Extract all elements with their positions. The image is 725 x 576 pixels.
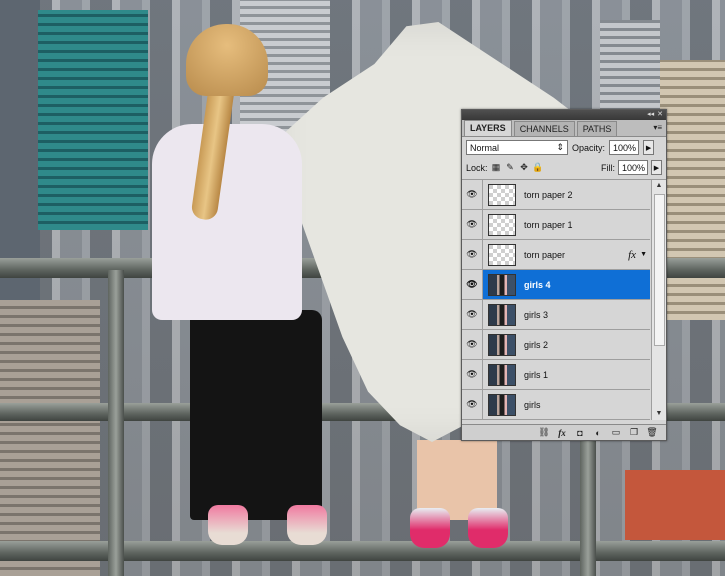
layers-bottom-toolbar: ⛓ fx ◘ ◐ ▭ ❐ 🗑 (462, 424, 666, 440)
layer-name: girls 4 (524, 279, 551, 290)
sneaker (468, 508, 508, 548)
layer-girls[interactable]: 👁 girls (462, 390, 650, 420)
new-layer-icon[interactable]: ❐ (628, 427, 640, 438)
layer-girls-4[interactable]: 👁 girls 4 (462, 270, 650, 300)
layer-thumbnail (488, 393, 516, 416)
panel-tabs: LAYERS CHANNELS PATHS ▾≡ (462, 120, 666, 137)
collapse-icon[interactable]: ◂◂ (647, 110, 654, 120)
layers-panel: ◂◂ ✕ LAYERS CHANNELS PATHS ▾≡ Normal ⇕ O… (461, 109, 667, 441)
tab-channels[interactable]: CHANNELS (513, 121, 575, 136)
layer-girls-3[interactable]: 👁 girls 3 (462, 300, 650, 330)
panel-titlebar[interactable]: ◂◂ ✕ (462, 110, 666, 120)
mask-icon[interactable]: ◘ (574, 428, 586, 438)
layer-name: torn paper 1 (524, 219, 573, 230)
opacity-label: Opacity: (572, 142, 606, 153)
layers-scrollbar[interactable]: ▲ ▼ (651, 180, 666, 420)
layer-thumbnail (488, 183, 516, 206)
opacity-input[interactable]: 100% (609, 140, 640, 155)
layer-girls-2[interactable]: 👁 girls 2 (462, 330, 650, 360)
eye-icon[interactable]: 👁 (462, 390, 483, 419)
layers-list: 👁 torn paper 2 👁 torn paper 1 👁 torn pap… (462, 180, 666, 420)
layer-thumbnail (488, 243, 516, 266)
building (0, 0, 40, 300)
scroll-down-icon[interactable]: ▼ (652, 408, 666, 420)
lock-all-icon[interactable]: 🔒 (532, 162, 543, 173)
layer-name: torn paper 2 (524, 189, 573, 200)
building (660, 60, 725, 320)
layer-thumbnail (488, 363, 516, 386)
adjustment-icon[interactable]: ◐ (592, 428, 604, 438)
fx-icon[interactable]: fx (628, 249, 636, 261)
fill-label: Fill: (601, 162, 615, 173)
girl-shirt (152, 124, 302, 320)
eye-icon[interactable]: 👁 (462, 360, 483, 389)
layer-name: girls 2 (524, 339, 549, 350)
layer-name: girls 1 (524, 369, 549, 380)
tab-layers[interactable]: LAYERS (464, 120, 512, 136)
expand-effects-icon[interactable]: ▼ (640, 251, 647, 258)
building (0, 300, 100, 576)
layer-torn-paper-2[interactable]: 👁 torn paper 2 (462, 180, 650, 210)
girl-leggings (190, 310, 322, 520)
blend-row: Normal ⇕ Opacity: 100% ▶ (462, 137, 666, 158)
layer-name: torn paper (524, 249, 566, 260)
eye-icon[interactable]: 👁 (462, 180, 483, 209)
fill-slider-button[interactable]: ▶ (651, 160, 662, 175)
panel-menu-icon[interactable]: ▾≡ (653, 123, 662, 132)
sneaker (287, 505, 327, 545)
sneaker (410, 508, 450, 548)
girl-head (186, 24, 268, 96)
eye-icon[interactable]: 👁 (462, 330, 483, 359)
eye-icon[interactable]: 👁 (462, 270, 483, 299)
layer-thumbnail (488, 333, 516, 356)
trash-icon[interactable]: 🗑 (646, 427, 658, 438)
lock-transparency-icon[interactable]: ▦ (491, 162, 502, 173)
sneaker (208, 505, 248, 545)
layer-name: girls (524, 399, 541, 410)
building-red-roof (625, 470, 725, 540)
lock-label: Lock: (466, 162, 488, 173)
blend-mode-select[interactable]: Normal ⇕ (466, 140, 568, 155)
eye-icon[interactable]: 👁 (462, 240, 483, 269)
layer-torn-paper-1[interactable]: 👁 torn paper 1 (462, 210, 650, 240)
lock-position-icon[interactable]: ✥ (519, 162, 530, 173)
chevron-updown-icon: ⇕ (556, 142, 564, 152)
folder-icon[interactable]: ▭ (610, 427, 622, 438)
lock-row: Lock: ▦ ✎ ✥ 🔒 Fill: 100% ▶ (462, 158, 666, 180)
layer-thumbnail (488, 213, 516, 236)
opacity-slider-button[interactable]: ▶ (643, 140, 655, 155)
fx-icon[interactable]: fx (556, 428, 568, 438)
layer-torn-paper[interactable]: 👁 torn paper fx ▼ (462, 240, 650, 270)
tab-paths[interactable]: PATHS (576, 121, 618, 136)
scrollbar-thumb[interactable] (654, 194, 665, 346)
link-icon[interactable]: ⛓ (538, 427, 550, 438)
fill-input[interactable]: 100% (618, 160, 648, 175)
scroll-up-icon[interactable]: ▲ (652, 180, 666, 192)
layer-name: girls 3 (524, 309, 549, 320)
layer-thumbnail (488, 303, 516, 326)
building (38, 10, 148, 230)
eye-icon[interactable]: 👁 (462, 300, 483, 329)
eye-icon[interactable]: 👁 (462, 210, 483, 239)
railing-post (108, 270, 124, 576)
layer-thumbnail (488, 273, 516, 296)
layer-girls-1[interactable]: 👁 girls 1 (462, 360, 650, 390)
close-icon[interactable]: ✕ (657, 110, 663, 120)
lock-pixels-icon[interactable]: ✎ (505, 162, 516, 173)
blend-mode-value: Normal (470, 142, 500, 153)
